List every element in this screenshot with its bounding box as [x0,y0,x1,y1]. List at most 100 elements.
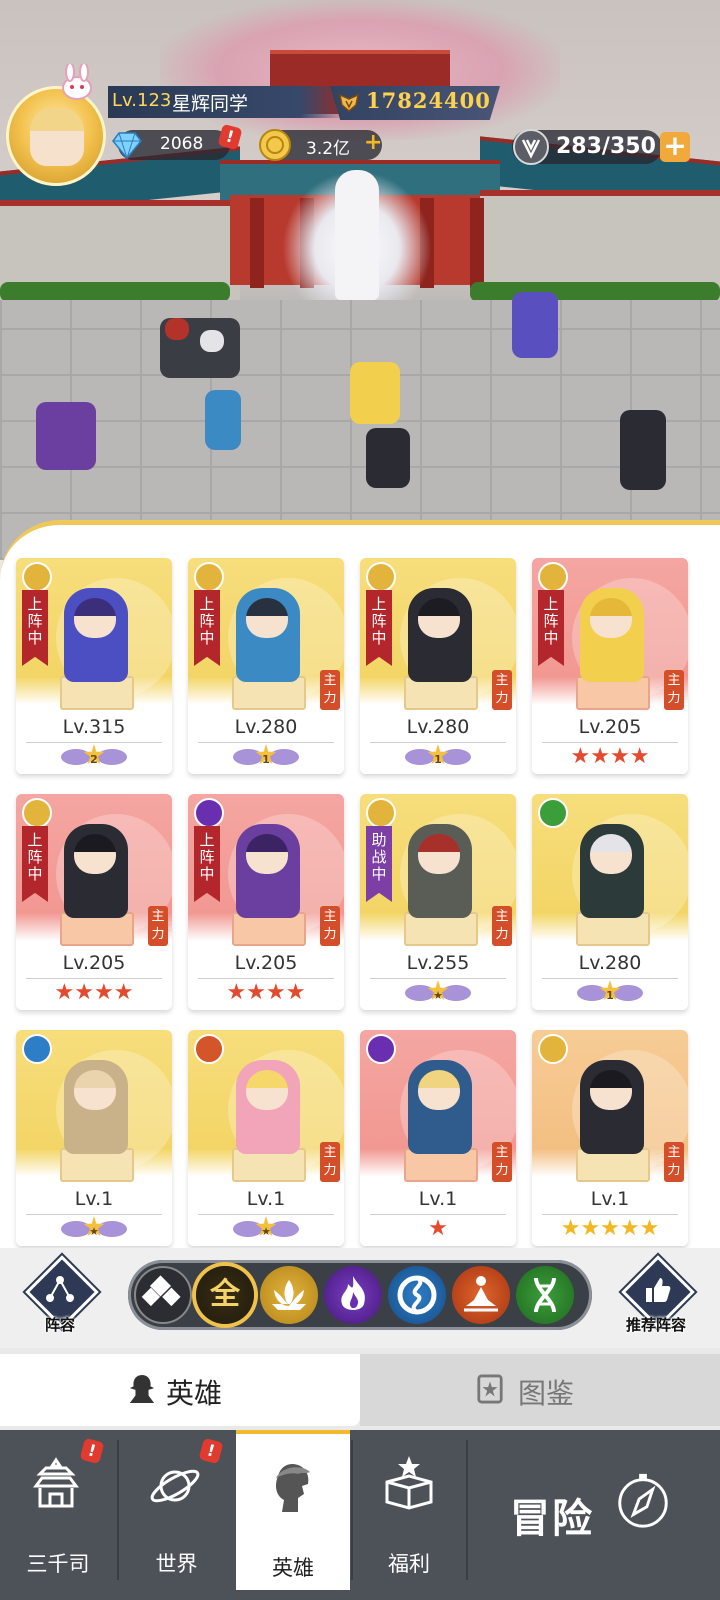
card-divider [370,742,506,743]
filter-flame[interactable] [324,1266,382,1324]
nav-world[interactable]: ! 世界 [119,1430,234,1590]
hero-card[interactable]: 上阵中主力 Lv.280 1 [188,558,344,774]
combat-power-icon [338,93,360,112]
hero-card[interactable]: 上阵中 主力 Lv.205 ★★★★ [16,794,172,1010]
filter-class-all[interactable] [134,1266,192,1324]
awaken-badge-icon: ★ [59,1216,129,1240]
main-force-tag: 主力 [320,1142,340,1182]
lineup-label: 阵容 [44,1316,75,1334]
pillar [250,198,264,288]
hero-level: Lv.280 [406,716,470,738]
hero-level: Lv.280 [578,952,642,974]
awaken-level: 2 [90,753,98,766]
swirl-icon [397,1275,437,1315]
status-ribbon: 助战中 [366,826,392,902]
nav-sanqiansi-label: 三千司 [26,1552,90,1576]
stamina-add-button[interactable]: + [660,132,690,162]
tab-codex-label: 图鉴 [518,1377,575,1410]
tab-heroes-label: 英雄 [166,1377,223,1410]
nav-welfare[interactable]: 福利 [353,1430,465,1590]
hero-sprite[interactable] [36,402,96,470]
hero-sprite[interactable] [205,390,241,450]
gold-add-icon[interactable]: + [364,130,382,155]
card-divider [542,1214,678,1215]
hero-card[interactable]: 主力 Lv.1 ★ [360,1030,516,1246]
status-ribbon: 上阵中 [22,590,48,666]
filter-dna[interactable] [516,1266,574,1324]
main-force-tag: 主力 [320,670,340,710]
hero-sprite[interactable] [512,292,558,358]
lotus-icon [272,1280,306,1310]
hero-card[interactable]: 主力 Lv.1 ★ [188,1030,344,1246]
recommend-lineup-button[interactable]: 推荐阵容 [620,1255,695,1334]
card-divider [26,1214,162,1215]
awaken-badge-icon: 1 [231,744,301,768]
hero-rank: ★★★★ [532,744,688,770]
nav-heroes[interactable]: 英雄 [236,1430,350,1590]
lotus-faction-icon [366,798,396,828]
card-divider [370,1214,506,1215]
filter-meditate[interactable] [452,1266,510,1324]
tab-codex[interactable]: 图鉴 [360,1354,720,1426]
player-name: 星辉同学 [172,93,249,115]
hero-head [590,598,632,638]
hero-head [418,1070,460,1110]
hero-level: Lv.255 [406,952,470,974]
compass-icon [618,1473,668,1528]
hero-card[interactable]: 上阵中 主力 Lv.205 ★★★★ [188,794,344,1010]
nav-adventure[interactable] [468,1430,720,1590]
flame-faction-icon [366,1034,396,1064]
filter-all[interactable]: 全 [196,1266,254,1324]
main-force-tag: 主力 [148,906,168,946]
hero-level: Lv.205 [234,952,298,974]
sanqiansi-alert-icon: ! [79,1437,105,1465]
hero-card[interactable]: Lv.1 ★ [16,1030,172,1246]
tab-heroes[interactable]: 英雄 [0,1354,360,1426]
hero-level: Lv.205 [62,952,126,974]
filter-lotus[interactable] [260,1266,318,1324]
main-force-tag: 主力 [492,906,512,946]
hero-sprite[interactable] [366,428,410,488]
hero-head [418,598,460,638]
hero-level: Lv.1 [590,1188,630,1210]
hero-head [590,1070,632,1110]
hero-level: Lv.315 [62,716,126,738]
hero-level: Lv.205 [578,716,642,738]
world-alert-icon: ! [198,1437,224,1465]
hero-level: Lv.280 [234,716,298,738]
hero-card[interactable]: 上阵中 主力 Lv.205 ★★★★ [532,558,688,774]
card-divider [26,742,162,743]
status-ribbon: 上阵中 [538,590,564,666]
nav-sanqiansi[interactable]: ! 三千司 [0,1430,116,1590]
planet-icon [150,1469,200,1503]
hero-sprite-hair [200,330,224,352]
awaken-badge-icon: 2 [59,744,129,768]
card-divider [198,978,334,979]
battle-scene [0,0,720,560]
awaken-level: ★ [89,1225,99,1238]
hero-card[interactable]: 助战中主力 Lv.255 ★ [360,794,516,1010]
card-divider [26,978,162,979]
hero-card[interactable]: 上阵中 Lv.315 2 [16,558,172,774]
status-ribbon: 上阵中 [194,590,220,666]
nav-welfare-label: 福利 [388,1552,430,1576]
rabbit-ornament-icon [62,64,92,100]
hero-level: Lv.1 [74,1188,114,1210]
card-divider [198,1214,334,1215]
lotus-faction-icon [22,798,52,828]
filter-swirl[interactable] [388,1266,446,1324]
hero-sprite[interactable] [620,410,666,490]
star-rating: ★★★★★ [560,1216,660,1241]
recommend-lineup-label: 推荐阵容 [625,1316,686,1334]
hero-profile-icon [276,1464,310,1512]
hero-rank: ★ [188,1216,344,1242]
hero-rank: ★ [16,1216,172,1242]
lineup-button[interactable]: 阵容 [24,1255,99,1334]
hero-card[interactable]: 主力 Lv.1 ★★★★★ [532,1030,688,1246]
awaken-badge-icon: ★ [403,980,473,1004]
star-rating: ★ [428,1216,448,1241]
hero-card[interactable]: 上阵中 主力 Lv.280 1 [360,558,516,774]
hero-card[interactable]: Lv.280 1 [532,794,688,1010]
hero-sprite[interactable] [350,362,400,424]
lotus-faction-icon [538,1034,568,1064]
